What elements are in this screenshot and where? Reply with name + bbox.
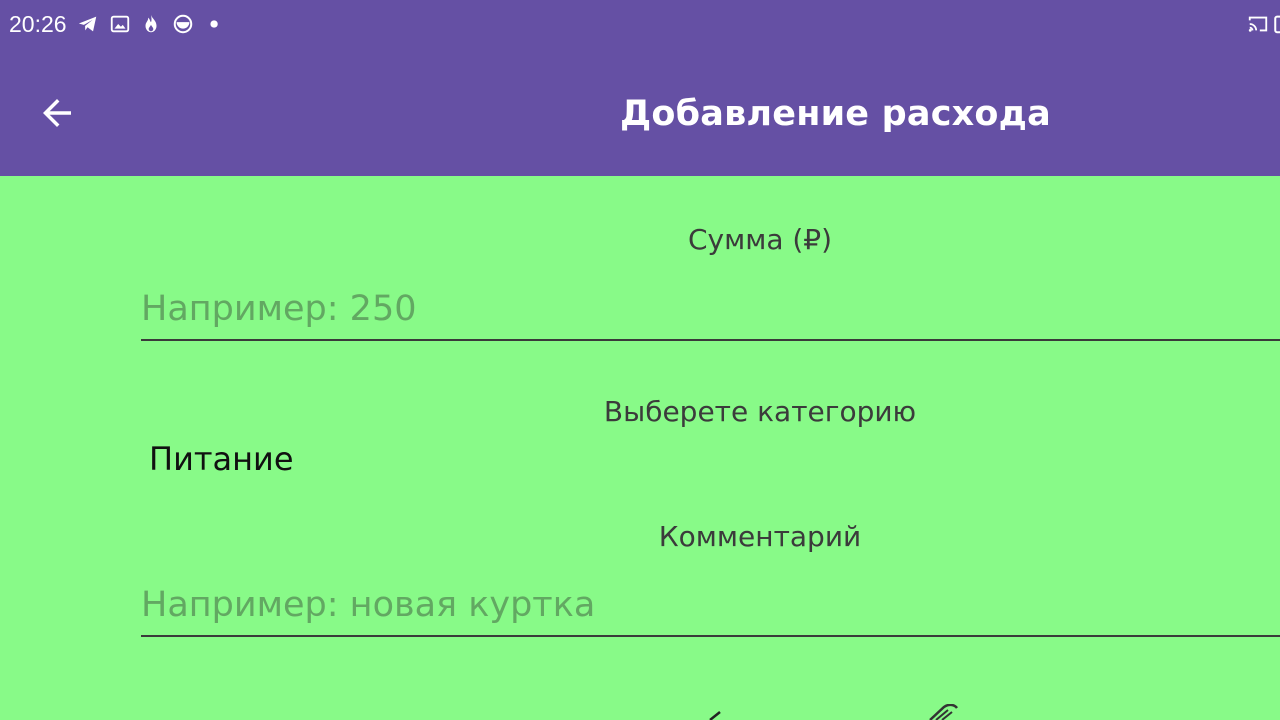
dot-icon <box>210 20 218 28</box>
page-title: Добавление расхода <box>620 94 1051 134</box>
partial-icon-left <box>709 711 721 720</box>
category-spinner[interactable]: Питание <box>149 438 294 480</box>
amount-input[interactable] <box>141 279 1280 341</box>
comment-label: Комментарий <box>658 520 862 553</box>
category-label: Выберете категорию <box>603 395 917 428</box>
app-bar: 20:26 Добавление расхода <box>0 0 1280 176</box>
amount-label: Сумма (₽) <box>687 223 833 256</box>
arrow-back-icon[interactable] <box>36 92 78 134</box>
status-time: 20:26 <box>9 11 67 37</box>
status-bar: 20:26 <box>0 0 1280 50</box>
cast-icon <box>1248 16 1268 32</box>
battery-icon <box>1274 15 1280 34</box>
telegram-icon <box>78 16 97 32</box>
partial-icon-right <box>929 704 958 720</box>
flame-icon <box>145 14 157 33</box>
gallery-icon <box>110 15 130 33</box>
app-circle-icon <box>173 14 193 34</box>
comment-input[interactable] <box>141 575 1280 637</box>
